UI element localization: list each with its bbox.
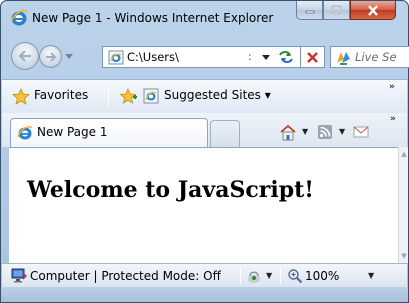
page-content: Welcome to JavaScript!	[9, 147, 398, 263]
tab-row: New Page 1 ▼ ▼ »	[2, 113, 407, 147]
scroll-up-arrow-icon[interactable]: ▲	[399, 150, 409, 158]
window-title: New Page 1 - Windows Internet Explorer	[32, 11, 274, 25]
title-bar[interactable]: New Page 1 - Windows Internet Explorer	[1, 1, 408, 35]
vertical-scrollbar[interactable]: ▲ ▼	[398, 147, 408, 263]
new-tab-button[interactable]	[210, 120, 240, 147]
favorites-separator	[108, 86, 109, 106]
computer-zone-icon	[11, 268, 27, 283]
close-button[interactable]	[350, 1, 396, 20]
refresh-icon[interactable]	[276, 48, 296, 66]
recent-pages-dropdown-icon[interactable]	[65, 54, 73, 60]
scroll-down-arrow-icon[interactable]: ▼	[399, 252, 409, 260]
forward-arrow-icon	[45, 51, 56, 62]
browser-window: New Page 1 - Windows Internet Explorer C…	[0, 0, 409, 303]
chevron-down-icon	[261, 54, 270, 60]
caption-buttons	[296, 1, 396, 21]
suggested-sites-icon	[143, 88, 159, 104]
feeds-dropdown-icon[interactable]: ▼	[339, 127, 345, 136]
status-dropdown-icon[interactable]: ▼	[266, 271, 272, 280]
zoom-icon[interactable]	[287, 268, 303, 284]
maximize-button[interactable]	[323, 1, 350, 20]
home-dropdown-icon[interactable]: ▼	[302, 127, 308, 136]
stop-icon	[307, 51, 318, 63]
zoom-level[interactable]: 100%	[305, 269, 339, 283]
add-favorite-icon[interactable]	[120, 88, 138, 105]
live-search-icon	[337, 52, 350, 65]
status-separator	[240, 267, 241, 284]
address-caret: :	[248, 50, 252, 63]
close-icon	[368, 4, 378, 16]
favorites-button[interactable]: Favorites	[34, 88, 88, 102]
favorites-bar: Favorites Suggested Sites ▾ »	[2, 79, 407, 113]
favorites-star-icon[interactable]	[12, 88, 30, 105]
lock-icon[interactable]	[246, 268, 262, 284]
page-heading: Welcome to JavaScript!	[27, 177, 314, 203]
status-bar: Computer | Protected Mode: Off ▼ 100% ▼	[2, 263, 407, 287]
search-input[interactable]: Live Se	[355, 50, 397, 64]
suggested-sites-button[interactable]: Suggested Sites ▾	[164, 88, 271, 102]
page-icon	[108, 50, 124, 65]
live-search-box[interactable]: Live Se	[330, 46, 409, 68]
favorites-overflow-chevron[interactable]: »	[389, 82, 395, 92]
mail-icon[interactable]	[353, 125, 369, 139]
address-dropdown-button[interactable]	[259, 48, 272, 66]
stop-button[interactable]	[301, 46, 325, 68]
address-bar[interactable]: C:\Users\ :	[102, 46, 301, 68]
status-separator	[280, 267, 281, 284]
window-bottom-frame	[1, 287, 408, 302]
zoom-dropdown-icon[interactable]: ▼	[368, 271, 374, 280]
feeds-icon[interactable]	[317, 124, 333, 140]
back-button[interactable]	[11, 42, 39, 70]
tab-new-page-1[interactable]: New Page 1	[10, 118, 208, 147]
minimize-icon	[305, 10, 314, 14]
home-icon[interactable]	[279, 124, 297, 141]
address-input[interactable]: C:\Users\	[127, 50, 179, 64]
tab-label: New Page 1	[37, 125, 108, 139]
maximize-icon	[331, 5, 342, 15]
security-zone-text[interactable]: Computer | Protected Mode: Off	[30, 269, 221, 283]
command-bar-overflow-chevron[interactable]: »	[390, 114, 396, 124]
forward-button[interactable]	[39, 45, 62, 68]
minimize-button[interactable]	[296, 1, 323, 20]
ie-logo-icon	[10, 9, 28, 26]
ie-logo-icon	[17, 125, 33, 140]
back-arrow-icon	[18, 50, 31, 62]
navigation-bar: C:\Users\ : Live Se	[1, 37, 409, 77]
